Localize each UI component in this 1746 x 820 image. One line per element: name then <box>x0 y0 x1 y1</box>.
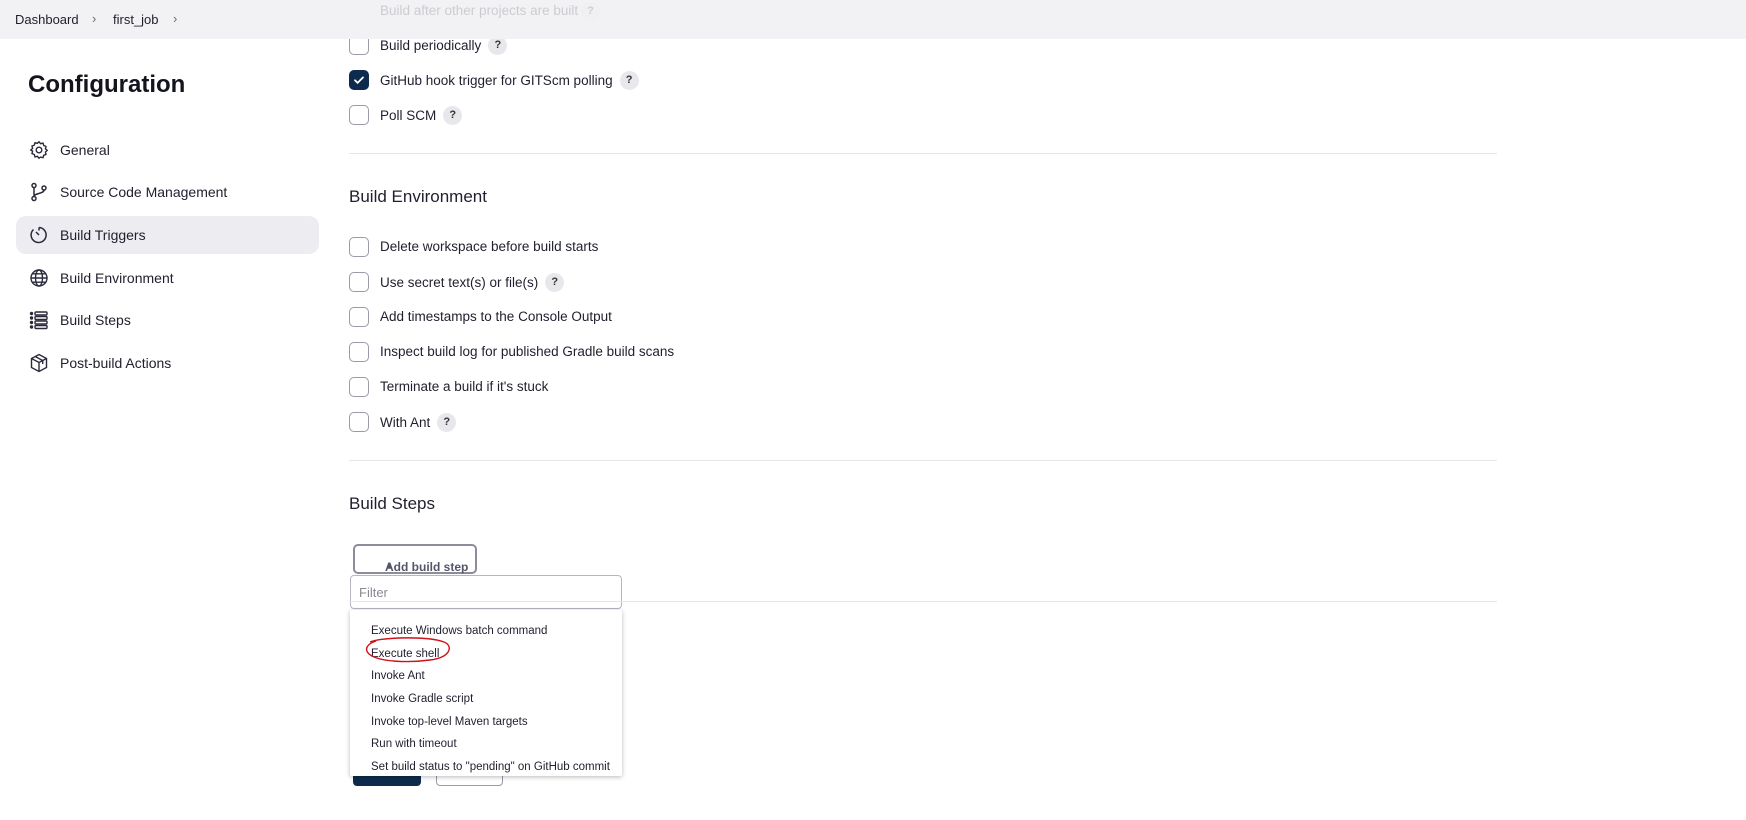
checkbox[interactable] <box>349 377 369 397</box>
section-title-build-steps: Build Steps <box>349 494 435 513</box>
checkbox-checked[interactable] <box>349 70 369 90</box>
section-title-build-environment: Build Environment <box>349 187 487 206</box>
menu-item-invoke-maven[interactable]: Invoke top-level Maven targets <box>371 716 528 728</box>
checkbox-label: Use secret text(s) or file(s) <box>380 275 539 291</box>
package-icon <box>30 353 48 373</box>
breadcrumb-chevron-icon: › <box>92 11 97 26</box>
menu-item-execute-windows-batch[interactable]: Execute Windows batch command <box>371 625 547 637</box>
filter-input[interactable] <box>350 575 622 609</box>
breadcrumb-first-job[interactable]: first_job <box>113 12 159 27</box>
top-bar: Dashboard › first_job › <box>0 0 1746 39</box>
globe-icon <box>30 269 48 287</box>
menu-item-invoke-gradle[interactable]: Invoke Gradle script <box>371 693 473 705</box>
sidebar-item-build-triggers[interactable]: Build Triggers <box>16 216 319 254</box>
breadcrumb-dashboard[interactable]: Dashboard <box>15 12 79 27</box>
section-divider <box>349 153 1497 154</box>
sidebar-item-general[interactable]: General <box>16 131 319 169</box>
checkbox[interactable] <box>349 307 369 327</box>
section-divider <box>349 601 1497 602</box>
section-divider <box>349 460 1497 461</box>
checkbox[interactable] <box>349 412 369 432</box>
checkbox[interactable] <box>349 272 369 292</box>
list-icon <box>29 311 48 330</box>
checkbox-label: Poll SCM <box>380 108 437 124</box>
help-icon[interactable]: ? <box>545 273 565 292</box>
help-icon[interactable]: ? <box>619 71 639 90</box>
add-build-step-label: Add build step <box>385 560 469 574</box>
help-icon[interactable]: ? <box>437 413 457 432</box>
sidebar-item-label: Build Steps <box>60 312 131 328</box>
checkbox-label: Delete workspace before build starts <box>380 239 599 254</box>
branch-icon <box>31 182 47 202</box>
page-title: Configuration <box>28 71 186 98</box>
sidebar-item-label: Build Environment <box>60 270 174 286</box>
gear-icon <box>29 140 49 160</box>
help-icon: ? <box>581 2 600 21</box>
menu-item-set-build-status[interactable]: Set build status to "pending" on GitHub … <box>371 761 610 773</box>
checkbox-label: GitHub hook trigger for GITScm polling <box>380 73 613 89</box>
sidebar-item-label: Source Code Management <box>60 184 228 200</box>
faded-trigger-label: Build after other projects are built <box>380 3 579 18</box>
checkmark-icon <box>354 76 364 84</box>
breadcrumb-chevron-icon[interactable]: › <box>173 11 177 26</box>
sidebar-item-build-steps[interactable]: Build Steps <box>16 301 319 339</box>
menu-item-run-with-timeout[interactable]: Run with timeout <box>371 738 457 750</box>
menu-item-execute-shell[interactable]: Execute shell <box>371 648 439 660</box>
checkbox-label: Terminate a build if it's stuck <box>380 379 549 394</box>
build-step-menu: Execute Windows batch command Execute sh… <box>350 610 622 776</box>
timer-icon <box>30 226 47 244</box>
help-icon[interactable]: ? <box>443 106 463 125</box>
checkbox[interactable] <box>349 342 369 362</box>
checkbox-label: Add timestamps to the Console Output <box>380 309 612 324</box>
sidebar-item-label: Build Triggers <box>60 227 146 243</box>
sidebar-item-source-code-management[interactable]: Source Code Management <box>16 173 319 211</box>
checkbox-label: Build periodically <box>380 38 482 54</box>
checkbox-label: Inspect build log for published Gradle b… <box>380 344 675 359</box>
checkbox[interactable] <box>349 237 369 257</box>
sidebar-item-post-build-actions[interactable]: Post-build Actions <box>16 344 319 382</box>
sidebar-item-label: General <box>60 142 110 158</box>
checkbox[interactable] <box>349 105 369 125</box>
checkbox-label: With Ant <box>380 415 431 431</box>
sidebar-item-label: Post-build Actions <box>60 355 172 371</box>
caret-up-icon: ▲ <box>385 560 394 570</box>
add-build-step-button[interactable]: Add build step ▲ <box>353 544 477 574</box>
menu-item-invoke-ant[interactable]: Invoke Ant <box>371 670 425 682</box>
sidebar-item-build-environment[interactable]: Build Environment <box>16 259 319 297</box>
